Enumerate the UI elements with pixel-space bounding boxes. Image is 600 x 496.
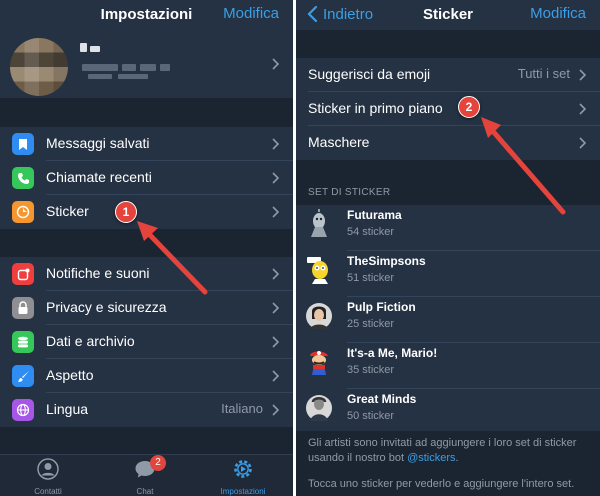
settings-row-saved-messages[interactable]: Messaggi salvati — [0, 127, 293, 161]
tab-chat[interactable]: 2 Chat — [110, 455, 180, 496]
chevron-right-icon — [579, 137, 586, 149]
pulp-fiction-sticker — [306, 303, 332, 329]
option-featured-stickers[interactable]: Sticker in primo piano — [296, 92, 600, 126]
futurama-sticker — [311, 209, 327, 237]
sticker-set-row[interactable]: Futurama 54 sticker — [296, 205, 600, 251]
annotation-badge-1: 1 — [115, 201, 137, 223]
brush-icon — [12, 365, 34, 387]
chevron-right-icon — [272, 58, 279, 70]
simpsons-sticker — [307, 257, 328, 284]
edit-button[interactable]: Modifica — [223, 5, 279, 22]
chat-icon: 2 — [133, 455, 166, 481]
row-label: Notifiche e suoni — [46, 265, 150, 281]
settings-screen: Impostazioni Modifica Messaggi salvati C… — [0, 0, 293, 496]
chevron-right-icon — [272, 302, 279, 314]
sticker-set-count: 51 sticker — [347, 272, 395, 284]
tab-label: Impostazioni — [220, 487, 266, 496]
notification-icon — [12, 263, 34, 285]
tab-contacts[interactable]: Contatti — [13, 457, 83, 496]
sticker-set-row[interactable]: TheSimpsons 51 sticker — [296, 251, 600, 297]
edit-button[interactable]: Modifica — [530, 5, 586, 22]
sticker-icon — [12, 201, 34, 223]
option-suggest-by-emoji[interactable]: Suggerisci da emoji Tutti i set — [296, 58, 600, 92]
footer-artists-note: Gli artisti sono invitati ad aggiungere … — [308, 436, 588, 466]
sticker-set-name: TheSimpsons — [347, 254, 426, 268]
settings-group-1: Messaggi salvati Chiamate recenti Sticke… — [0, 127, 293, 229]
row-label: Lingua — [46, 401, 89, 417]
phone-icon — [12, 167, 34, 189]
chevron-right-icon — [272, 404, 279, 416]
sticker-set-count: 54 sticker — [347, 226, 395, 238]
row-label: Chiamate recenti — [46, 169, 152, 185]
tab-label: Contatti — [34, 487, 62, 496]
settings-icon — [231, 457, 255, 481]
sticker-set-count: 35 sticker — [347, 364, 395, 376]
chevron-right-icon — [272, 336, 279, 348]
settings-row-language[interactable]: Lingua Italiano — [0, 393, 293, 427]
option-masks[interactable]: Maschere — [296, 126, 600, 160]
sticker-set-name: Great Minds — [347, 392, 417, 406]
settings-row-data-storage[interactable]: Dati e archivio — [0, 325, 293, 359]
row-label: Suggerisci da emoji — [308, 66, 431, 82]
chevron-right-icon — [579, 103, 586, 115]
database-icon — [12, 331, 34, 353]
chevron-right-icon — [272, 370, 279, 382]
chevron-right-icon — [272, 206, 279, 218]
sticker-set-count: 50 sticker — [347, 410, 395, 422]
row-label: Aspetto — [46, 367, 94, 383]
sticker-set-row[interactable]: It's-a Me, Mario! 35 sticker — [296, 343, 600, 389]
section-header: SET DI STICKER — [308, 187, 391, 198]
row-value: Italiano — [221, 401, 263, 416]
avatar — [10, 38, 68, 96]
sticker-set-name: It's-a Me, Mario! — [347, 346, 438, 360]
settings-row-privacy[interactable]: Privacy e sicurezza — [0, 291, 293, 325]
mario-sticker — [310, 351, 328, 375]
navigation-bar: Indietro Sticker Modifica — [296, 0, 600, 30]
settings-group-2: Notifiche e suoni Privacy e sicurezza Da… — [0, 257, 293, 427]
chevron-right-icon — [579, 69, 586, 81]
profile-cell[interactable] — [0, 30, 293, 98]
tab-settings[interactable]: Impostazioni — [208, 457, 278, 496]
row-value: Tutti i set — [517, 66, 570, 81]
sticker-set-count: 25 sticker — [347, 318, 395, 330]
sticker-screen: Indietro Sticker Modifica Suggerisci da … — [296, 0, 600, 496]
settings-row-notifications[interactable]: Notifiche e suoni — [0, 257, 293, 291]
globe-icon — [12, 399, 34, 421]
row-label: Privacy e sicurezza — [46, 299, 167, 315]
contacts-icon — [36, 457, 60, 481]
chevron-right-icon — [272, 138, 279, 150]
row-label: Messaggi salvati — [46, 135, 150, 151]
sticker-set-row[interactable]: Pulp Fiction 25 sticker — [296, 297, 600, 343]
annotation-badge-2: 2 — [458, 96, 480, 118]
row-label: Maschere — [308, 134, 370, 150]
sticker-options-group: Suggerisci da emoji Tutti i set Sticker … — [296, 58, 600, 160]
row-label: Sticker in primo piano — [308, 100, 443, 116]
stickers-bot-link[interactable]: @stickers — [407, 452, 455, 464]
sticker-set-name: Futurama — [347, 208, 402, 222]
row-label: Sticker — [46, 203, 89, 219]
sticker-set-list: Futurama 54 sticker TheSimpsons 51 stick… — [296, 205, 600, 431]
tab-label: Chat — [136, 487, 154, 496]
sticker-set-name: Pulp Fiction — [347, 300, 416, 314]
great-minds-sticker — [306, 395, 332, 421]
row-label: Dati e archivio — [46, 333, 135, 349]
lock-icon — [12, 297, 34, 319]
unread-badge: 2 — [150, 455, 166, 471]
navigation-bar: Impostazioni Modifica — [0, 0, 293, 30]
settings-row-sticker[interactable]: Sticker — [0, 195, 293, 229]
bookmark-icon — [12, 133, 34, 155]
footer-tap-note: Tocca uno sticker per vederlo e aggiunge… — [308, 478, 575, 490]
settings-row-recent-calls[interactable]: Chiamate recenti — [0, 161, 293, 195]
footer-text-end: . — [455, 452, 459, 464]
settings-row-appearance[interactable]: Aspetto — [0, 359, 293, 393]
chevron-right-icon — [272, 268, 279, 280]
tab-bar: Contatti 2 Chat Impostazioni — [0, 454, 293, 496]
sticker-set-row[interactable]: Great Minds 50 sticker — [296, 389, 600, 435]
chevron-right-icon — [272, 172, 279, 184]
